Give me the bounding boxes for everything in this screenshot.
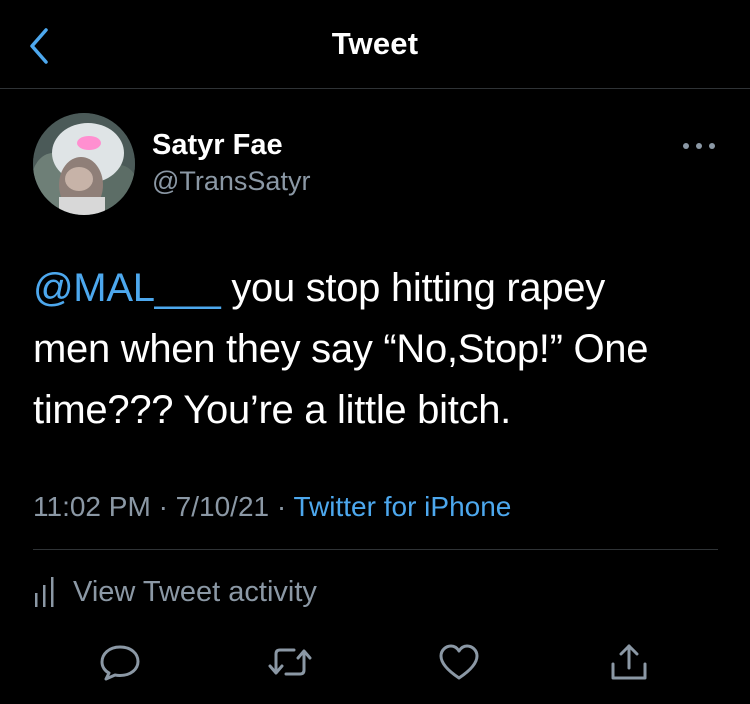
tweet-line-3: time??? You’re a little bitch.	[33, 388, 511, 432]
more-horizontal-icon	[683, 143, 715, 149]
mention-link[interactable]: @MAL___	[33, 266, 221, 310]
retweet-icon	[268, 648, 312, 676]
activity-label: View Tweet activity	[73, 575, 317, 608]
tweet-date: 7/10/21	[175, 491, 270, 522]
comment-icon	[100, 645, 140, 681]
heart-icon	[439, 644, 479, 680]
share-button[interactable]	[607, 642, 651, 682]
reply-button[interactable]	[98, 642, 142, 682]
tweet-text: @MAL___ you stop hitting rapey men when …	[33, 258, 723, 441]
view-tweet-activity-button[interactable]: View Tweet activity	[33, 572, 317, 612]
divider	[33, 549, 718, 550]
meta-separator: ·	[276, 491, 287, 522]
tweet-time: 11:02 PM	[33, 491, 151, 522]
top-bar: Tweet	[0, 0, 750, 89]
author-display-name[interactable]: Satyr Fae	[152, 129, 283, 162]
tweet-line-1-text: you stop hitting rapey	[220, 266, 605, 310]
retweet-button[interactable]	[268, 642, 312, 682]
tweet-metadata: 11:02 PM · 7/10/21 · Twitter for iPhone	[33, 491, 511, 523]
page-title: Tweet	[331, 26, 419, 61]
more-options-button[interactable]	[678, 138, 720, 154]
author-handle[interactable]: @TransSatyr	[152, 166, 310, 197]
tweet-line-1: @MAL___ you stop hitting rapey	[33, 258, 723, 319]
tweet-source-link[interactable]: Twitter for iPhone	[293, 491, 511, 522]
meta-separator: ·	[158, 491, 168, 522]
share-icon	[611, 644, 647, 680]
tweet-line-2: men when they say “No,Stop!” One	[33, 327, 649, 371]
bar-chart-icon	[35, 577, 54, 607]
avatar[interactable]	[33, 113, 135, 215]
like-button[interactable]	[437, 642, 481, 682]
